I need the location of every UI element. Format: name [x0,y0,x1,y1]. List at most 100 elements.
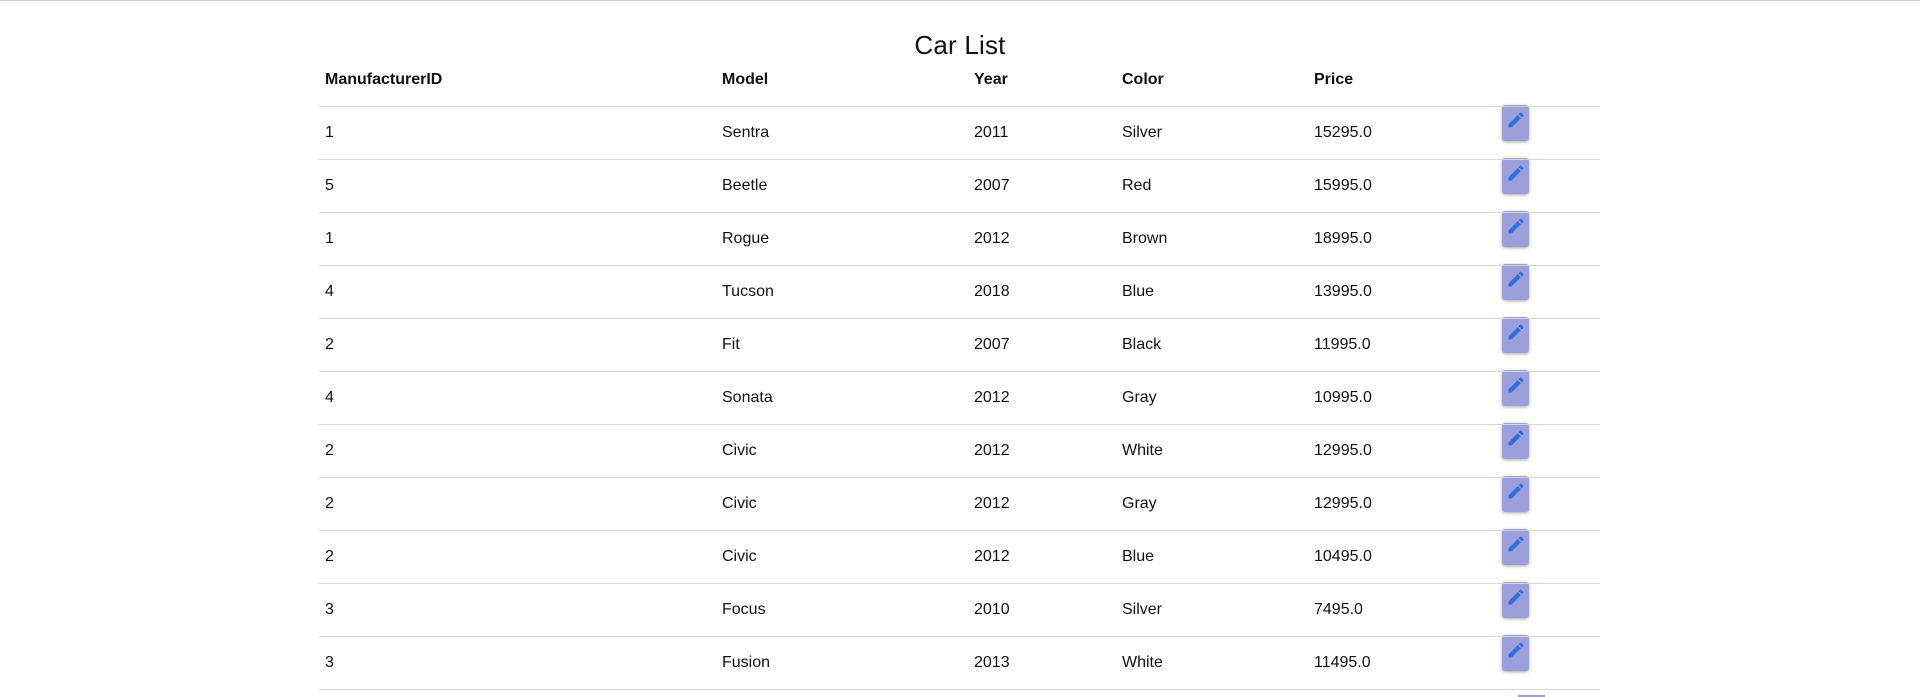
cell-model: Beetle [716,159,968,213]
cell-manufacturer-id: 2 [319,477,716,531]
cell-actions [1502,529,1600,584]
cell-manufacturer-id: 1 [319,212,716,266]
cell-model: Focus [716,583,968,637]
pencil-icon [1506,587,1526,607]
cell-color: Blue [1116,530,1308,584]
edit-button[interactable] [1502,317,1529,353]
header-actions [1510,54,1600,107]
edit-button[interactable] [1502,264,1529,300]
edit-button[interactable] [1502,423,1529,459]
cell-year: 2012 [968,424,1116,478]
cell-manufacturer-id: 2 [319,530,716,584]
header-year: Year [968,54,1116,107]
table-body: 1 Sentra 2011 Silver 15295.0 5 Beetle 20… [319,105,1600,690]
cell-model: Rogue [716,212,968,266]
cell-model: Civic [716,530,968,584]
cell-color: Brown [1116,212,1308,266]
edit-button[interactable] [1502,582,1529,618]
cell-actions [1502,158,1600,213]
table-row: 3 Focus 2010 Silver 7495.0 [319,582,1600,637]
edit-button[interactable] [1502,105,1529,141]
cell-manufacturer-id: 5 [319,159,716,213]
table-row: 1 Rogue 2012 Brown 18995.0 [319,211,1600,266]
cell-model: Tucson [716,265,968,319]
cell-model: Sonata [716,371,968,425]
cell-year: 2012 [968,212,1116,266]
table-header: ManufacturerID Model Year Color Price [319,54,1600,107]
top-border [0,0,1920,1]
cell-actions [1502,105,1600,160]
edit-button[interactable] [1502,476,1529,512]
cell-model: Fit [716,318,968,372]
pencil-icon [1506,534,1526,554]
cell-color: Blue [1116,265,1308,319]
table-row: 2 Civic 2012 Gray 12995.0 [319,476,1600,531]
cell-price: 15295.0 [1308,106,1510,160]
cell-color: White [1116,636,1308,690]
pencil-icon [1506,110,1526,130]
table-row: 4 Tucson 2018 Blue 13995.0 [319,264,1600,319]
cell-model: Civic [716,424,968,478]
pencil-icon [1506,481,1526,501]
edit-button[interactable] [1502,370,1529,406]
pencil-icon [1506,163,1526,183]
pencil-icon [1506,428,1526,448]
cell-year: 2018 [968,265,1116,319]
edit-button[interactable] [1502,529,1529,565]
cell-model: Civic [716,477,968,531]
cell-actions [1502,264,1600,319]
cell-year: 2007 [968,159,1116,213]
cell-model: Fusion [716,636,968,690]
edit-button[interactable] [1502,211,1529,247]
pencil-icon [1506,640,1526,660]
cell-manufacturer-id: 3 [319,583,716,637]
cell-actions [1502,211,1600,266]
cell-color: Gray [1116,477,1308,531]
cell-actions [1502,423,1600,478]
cell-price: 18995.0 [1308,212,1510,266]
cell-price: 10495.0 [1308,530,1510,584]
cell-price: 7495.0 [1308,583,1510,637]
cell-actions [1502,635,1600,690]
cell-actions [1502,582,1600,637]
cell-manufacturer-id: 3 [319,636,716,690]
cell-actions [1502,476,1600,531]
table-row: 3 Fusion 2013 White 11495.0 [319,635,1600,690]
cell-manufacturer-id: 2 [319,424,716,478]
cell-year: 2012 [968,477,1116,531]
cell-price: 11495.0 [1308,636,1510,690]
cell-price: 15995.0 [1308,159,1510,213]
pencil-icon [1506,375,1526,395]
header-color: Color [1116,54,1308,107]
edit-button[interactable] [1502,158,1529,194]
table-row: 2 Civic 2012 White 12995.0 [319,423,1600,478]
pencil-icon [1506,322,1526,342]
cell-color: Black [1116,318,1308,372]
cell-color: Gray [1116,371,1308,425]
cell-actions [1502,370,1600,425]
header-model: Model [716,54,968,107]
table-row: 2 Fit 2007 Black 11995.0 [319,317,1600,372]
table-row: 5 Beetle 2007 Red 15995.0 [319,158,1600,213]
cell-manufacturer-id: 4 [319,371,716,425]
header-row: ManufacturerID Model Year Color Price [319,54,1600,107]
header-price: Price [1308,54,1510,107]
pencil-icon [1506,216,1526,236]
car-table: ManufacturerID Model Year Color Price 1 … [319,54,1600,690]
table-row: 4 Sonata 2012 Gray 10995.0 [319,370,1600,425]
cell-color: White [1116,424,1308,478]
cell-price: 12995.0 [1308,424,1510,478]
cell-year: 2013 [968,636,1116,690]
cell-actions [1502,317,1600,372]
cell-manufacturer-id: 4 [319,265,716,319]
pencil-icon [1506,269,1526,289]
cell-year: 2007 [968,318,1116,372]
edit-button[interactable] [1502,635,1529,671]
cell-color: Red [1116,159,1308,213]
cell-manufacturer-id: 2 [319,318,716,372]
cell-year: 2012 [968,530,1116,584]
cell-price: 13995.0 [1308,265,1510,319]
table-row: 1 Sentra 2011 Silver 15295.0 [319,105,1600,160]
cell-year: 2010 [968,583,1116,637]
cell-model: Sentra [716,106,968,160]
